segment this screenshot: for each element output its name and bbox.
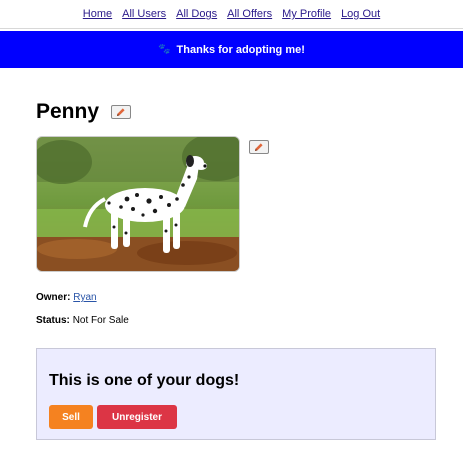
owner-row: Owner: Ryan	[36, 292, 97, 303]
owner-panel-heading: This is one of your dogs!	[49, 372, 240, 389]
unregister-button[interactable]: Unregister	[97, 405, 177, 429]
paw-icon: 🐾	[158, 44, 171, 55]
pencil-icon	[255, 143, 263, 151]
nav-all-dogs-link[interactable]: All Dogs	[176, 8, 217, 20]
pencil-icon	[117, 108, 125, 116]
nav-log-out-link[interactable]: Log Out	[341, 8, 380, 20]
dog-title-row: Penny	[36, 100, 132, 124]
banner-message: Thanks for adopting me!	[176, 43, 305, 56]
nav-home-link[interactable]: Home	[83, 8, 112, 20]
dog-name: Penny	[36, 100, 100, 123]
sell-button[interactable]: Sell	[49, 405, 93, 429]
status-label: Status:	[36, 315, 70, 326]
status-row: Status: Not For Sale	[36, 315, 129, 326]
owner-label: Owner:	[36, 292, 71, 303]
nav-all-users-link[interactable]: All Users	[122, 8, 166, 20]
dalmatian-image	[37, 137, 239, 271]
nav-all-offers-link[interactable]: All Offers	[227, 8, 272, 20]
owner-link[interactable]: Ryan	[73, 292, 96, 303]
nav-my-profile-link[interactable]: My Profile	[282, 8, 331, 20]
owner-panel: This is one of your dogs! Sell Unregiste…	[36, 348, 436, 440]
edit-photo-button[interactable]	[249, 140, 269, 154]
flash-banner: 🐾 Thanks for adopting me!	[0, 31, 463, 68]
status-value: Not For Sale	[72, 315, 129, 326]
top-nav: Home All Users All Dogs All Offers My Pr…	[0, 0, 463, 29]
edit-name-button[interactable]	[111, 105, 132, 119]
dog-photo	[36, 136, 240, 272]
